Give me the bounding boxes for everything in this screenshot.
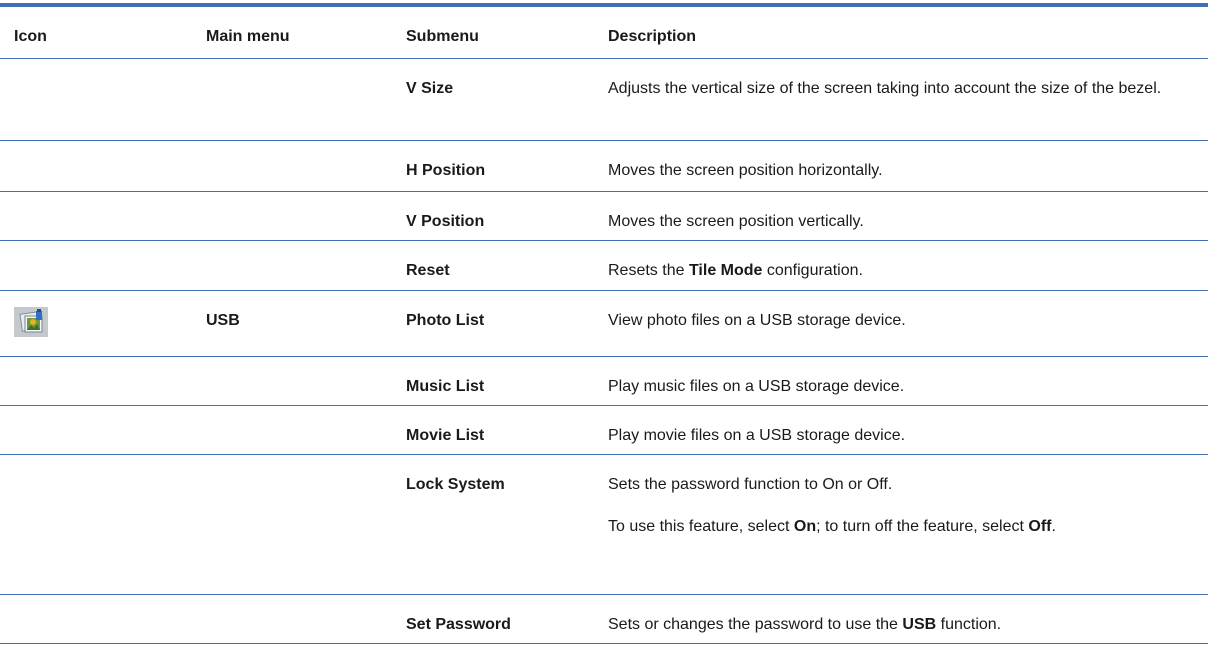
icon-cell bbox=[0, 241, 202, 290]
description-cell: Moves the screen position vertically. bbox=[608, 213, 864, 230]
description-text: Resets the bbox=[608, 262, 689, 279]
description-text: . bbox=[1051, 518, 1056, 535]
table-row: H Position Moves the screen position hor… bbox=[0, 141, 1208, 192]
table-row: Reset Resets the Tile Mode configuration… bbox=[0, 241, 1208, 291]
submenu-cell: V Position bbox=[406, 213, 485, 230]
submenu-cell: H Position bbox=[406, 162, 486, 179]
description-cell: Play music files on a USB storage device… bbox=[608, 378, 905, 395]
description-cell: Play movie files on a USB storage device… bbox=[608, 427, 906, 444]
table-row: V Position Moves the screen position ver… bbox=[0, 192, 1208, 241]
usb-emphasis: USB bbox=[902, 616, 937, 633]
description-paragraph: Sets the password function to On or Off. bbox=[608, 476, 893, 493]
icon-cell bbox=[0, 291, 202, 356]
description-cell: Sets the password function to On or Off.… bbox=[604, 455, 1208, 594]
table-row: Movie List Play movie files on a USB sto… bbox=[0, 406, 1208, 455]
submenu-cell: Lock System bbox=[406, 476, 505, 493]
table-header-row: Icon Main menu Submenu Description bbox=[0, 7, 1208, 59]
icon-cell bbox=[0, 357, 202, 405]
icon-cell bbox=[0, 141, 202, 191]
header-submenu: Submenu bbox=[406, 28, 479, 45]
icon-cell bbox=[0, 455, 202, 594]
description-paragraph: To use this feature, select On; to turn … bbox=[608, 515, 1178, 539]
icon-cell bbox=[0, 59, 202, 140]
table-row: Lock System Sets the password function t… bbox=[0, 455, 1208, 595]
description-cell: Adjusts the vertical size of the screen … bbox=[608, 80, 1162, 97]
description-text: configuration. bbox=[762, 262, 863, 279]
icon-cell bbox=[0, 192, 202, 240]
main-menu-cell: USB bbox=[206, 312, 240, 329]
submenu-cell: Music List bbox=[406, 378, 485, 395]
submenu-cell: V Size bbox=[406, 80, 454, 97]
submenu-cell: Movie List bbox=[406, 427, 485, 444]
description-cell: Resets the Tile Mode configuration. bbox=[604, 241, 1208, 290]
on-emphasis: On bbox=[793, 518, 817, 535]
off-emphasis: Off bbox=[1028, 518, 1052, 535]
main-menu-cell bbox=[202, 141, 402, 191]
description-text: function. bbox=[936, 616, 1002, 633]
header-main-menu: Main menu bbox=[206, 28, 290, 45]
description-cell: Sets or changes the password to use the … bbox=[604, 595, 1208, 643]
icon-cell bbox=[0, 406, 202, 454]
description-text: Sets or changes the password to use the bbox=[608, 616, 903, 633]
header-icon: Icon bbox=[14, 28, 47, 45]
description-cell: Moves the screen position horizontally. bbox=[608, 162, 883, 179]
submenu-cell: Photo List bbox=[406, 312, 485, 329]
tile-mode-emphasis: Tile Mode bbox=[688, 262, 763, 279]
description-text: ; to turn off the feature, select bbox=[816, 518, 1029, 535]
main-menu-cell bbox=[202, 59, 402, 140]
main-menu-cell bbox=[202, 192, 402, 240]
main-menu-cell bbox=[202, 357, 402, 405]
description-cell: View photo files on a USB storage device… bbox=[608, 312, 906, 329]
icon-cell bbox=[0, 595, 202, 643]
main-menu-cell bbox=[202, 406, 402, 454]
menu-table: Icon Main menu Submenu Description V Siz… bbox=[0, 3, 1208, 644]
submenu-cell: Reset bbox=[406, 262, 450, 279]
main-menu-cell bbox=[202, 455, 402, 594]
header-description: Description bbox=[608, 28, 697, 45]
submenu-cell: Set Password bbox=[406, 616, 511, 633]
table-row: V Size Adjusts the vertical size of the … bbox=[0, 59, 1208, 141]
photo-usb-icon bbox=[14, 307, 48, 337]
table-row: USB Photo List View photo files on a USB… bbox=[0, 291, 1208, 357]
main-menu-cell bbox=[202, 595, 402, 643]
main-menu-cell bbox=[202, 241, 402, 290]
table-row: Set Password Sets or changes the passwor… bbox=[0, 595, 1208, 644]
table-row: Music List Play music files on a USB sto… bbox=[0, 357, 1208, 406]
description-text: To use this feature, select bbox=[608, 518, 794, 535]
